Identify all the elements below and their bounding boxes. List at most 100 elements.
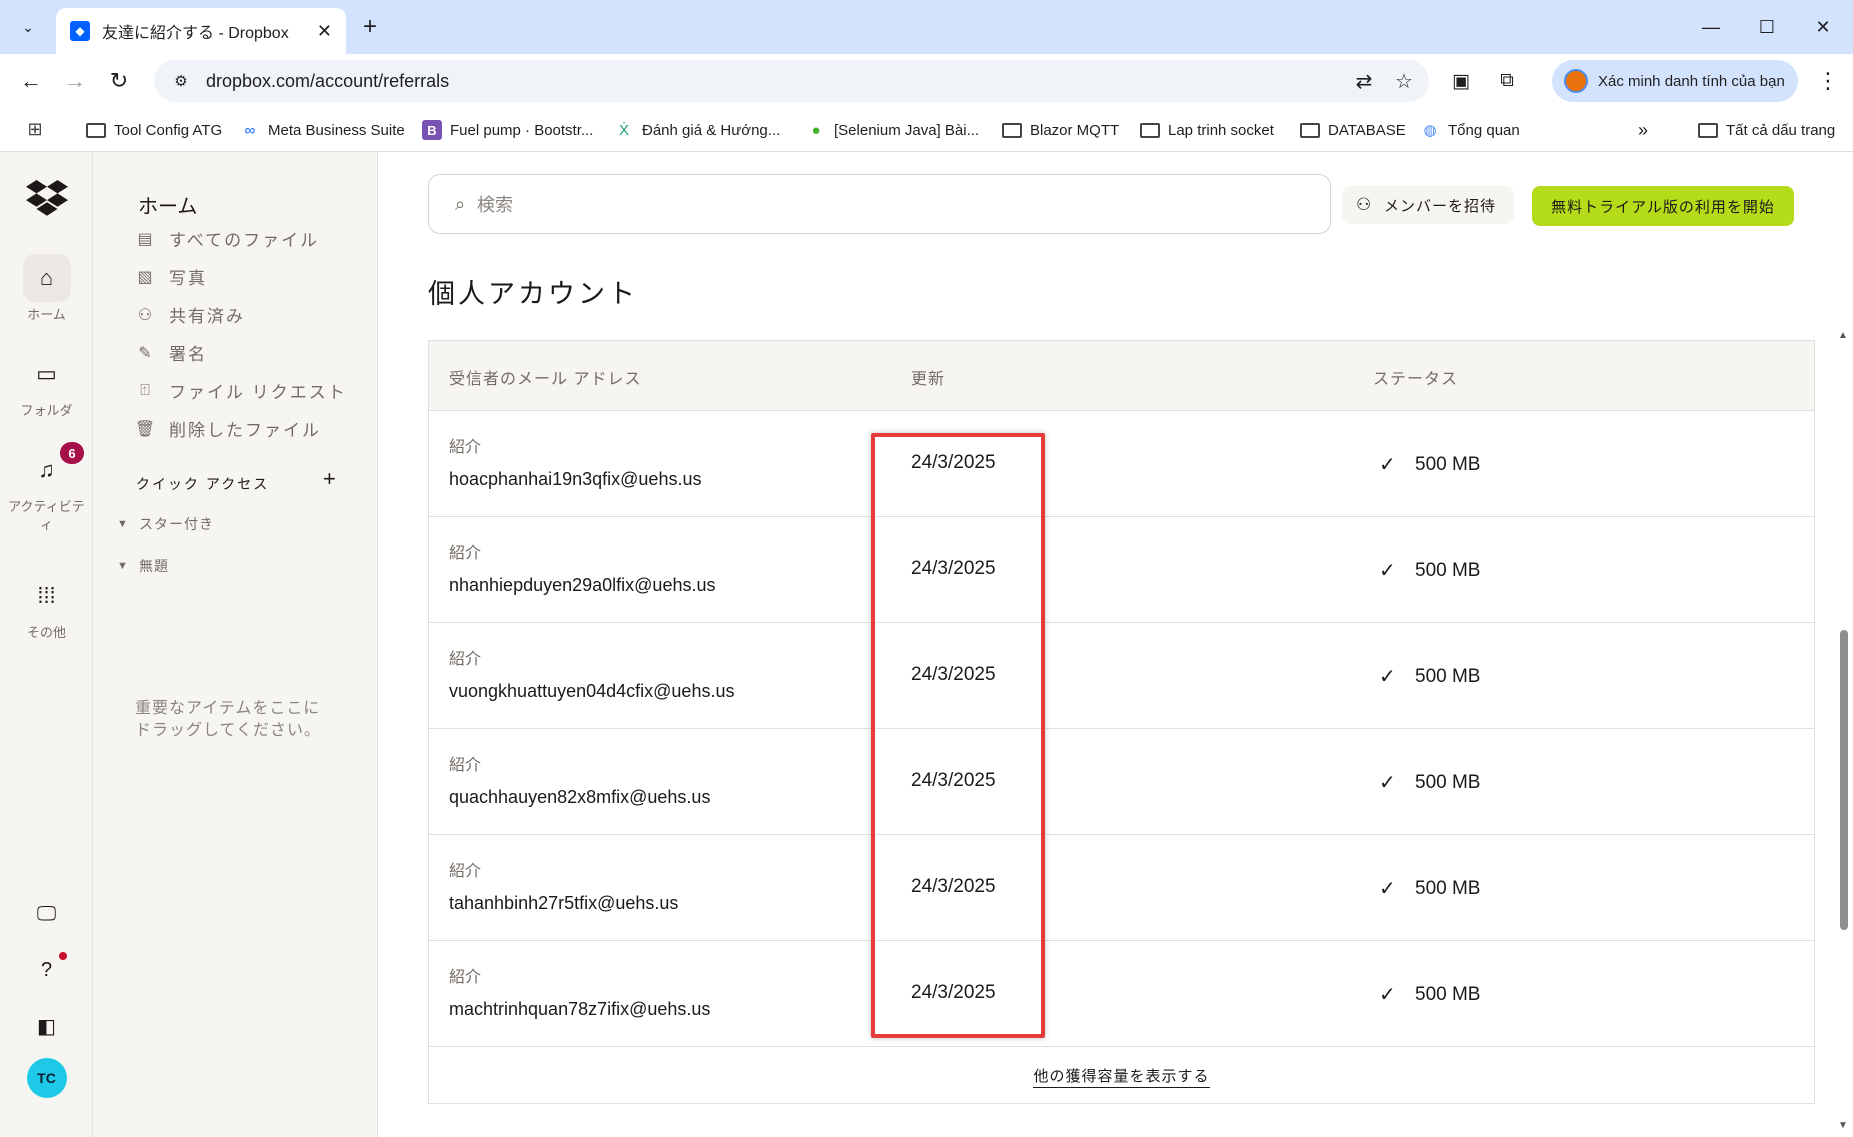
bookmark-item[interactable]: ● [Selenium Java] Bài...: [806, 118, 979, 142]
main-content: ⌕ 検索 ⚇ メンバーを招待 無料トライアル版の利用を開始 個人アカウント 受信…: [378, 152, 1853, 1137]
sidebar-title[interactable]: ホーム: [138, 190, 197, 219]
row-date: 24/3/2025: [911, 982, 996, 1003]
maximize-icon[interactable]: ☐: [1752, 12, 1782, 42]
show-more-link[interactable]: 他の獲得容量を表示する: [429, 1065, 1814, 1088]
profile-label: Xác minh danh tính của bạn: [1598, 72, 1785, 90]
site-info-icon[interactable]: ⚙: [170, 70, 192, 92]
bootstrap-icon: B: [422, 120, 442, 140]
user-avatar[interactable]: TC: [26, 1058, 67, 1098]
row-date: 24/3/2025: [911, 558, 996, 579]
trash-icon: 🗑: [134, 420, 156, 438]
bookmark-item[interactable]: B Fuel pump · Bootstr...: [422, 118, 593, 142]
rail-folders-label: フォルダ: [20, 403, 73, 418]
bookmark-item[interactable]: ∞ Meta Business Suite: [240, 118, 405, 142]
folder-icon: ▭: [36, 361, 57, 386]
browser-menu-icon[interactable]: ⋮: [1813, 66, 1843, 96]
sidebar-item-file-requests[interactable]: ⍐ ファイル リクエスト: [135, 378, 347, 403]
row-status-value: 500 MB: [1415, 771, 1481, 793]
reload-icon[interactable]: ↻: [104, 66, 134, 96]
sidebar-item-shared[interactable]: ⚇ 共有済み: [135, 302, 245, 327]
table-row: 紹介 vuongkhuattuyen04d4cfix@uehs.us 24/3/…: [429, 623, 1814, 729]
more-bookmarks-chevron-icon[interactable]: »: [1638, 118, 1648, 142]
desktop-app-icon[interactable]: 🖵: [31, 898, 63, 930]
folder-icon: [86, 122, 106, 138]
starred-group[interactable]: ▼ スター付き: [117, 514, 214, 534]
row-status-value: 500 MB: [1415, 559, 1481, 581]
scroll-down-icon[interactable]: ▼: [1838, 1120, 1848, 1131]
browser-tab-active[interactable]: ◆ 友達に紹介する - Dropbox ✕: [56, 8, 346, 54]
scroll-thumb[interactable]: [1840, 630, 1848, 930]
apps-grid-icon[interactable]: ⊞: [24, 118, 46, 140]
tab-close-icon[interactable]: ✕: [317, 21, 332, 42]
globe-icon: ◍: [1423, 122, 1437, 139]
bookmark-item[interactable]: Blazor MQTT: [1002, 118, 1119, 142]
toggle-sidebar-icon[interactable]: ◧: [31, 1010, 63, 1042]
help-icon[interactable]: ?: [31, 952, 67, 986]
dropbox-logo-icon[interactable]: [26, 180, 68, 216]
rail-activity[interactable]: ♫ 6 アクティビティ: [0, 442, 93, 534]
row-date: 24/3/2025: [911, 876, 996, 897]
row-date: 24/3/2025: [911, 770, 996, 791]
bookmark-item[interactable]: Tool Config ATG: [86, 118, 222, 142]
bookmark-label: DATABASE: [1328, 121, 1406, 139]
column-header-status[interactable]: ステータス: [1373, 365, 1458, 389]
extension-translate-icon[interactable]: ▣: [1446, 66, 1476, 96]
sidebar-item-deleted[interactable]: 🗑 削除したファイル: [135, 416, 321, 441]
new-tab-button[interactable]: +: [355, 12, 385, 42]
bookmark-item[interactable]: ◍ Tổng quan: [1420, 118, 1520, 142]
rail-more[interactable]: ⁞⁞⁞ その他: [0, 572, 93, 642]
page-scrollbar[interactable]: ▲ ▼: [1835, 330, 1853, 1137]
bookmark-item[interactable]: Ẋ Đánh giá & Hướng...: [614, 118, 780, 142]
add-quick-access-icon[interactable]: +: [323, 466, 336, 492]
home-icon: ⌂: [22, 254, 71, 302]
table-row: 紹介 nhanhiepduyen29a0lfix@uehs.us 24/3/20…: [429, 517, 1814, 623]
row-email: quachhauyen82x8mfix@uehs.us: [449, 787, 711, 807]
bookmark-star-icon[interactable]: ☆: [1389, 66, 1419, 96]
profile-verify-button[interactable]: Xác minh danh tính của bạn: [1552, 60, 1798, 102]
bookmark-item[interactable]: DATABASE: [1300, 118, 1406, 142]
row-kind: 紹介: [449, 969, 482, 986]
bookmark-item[interactable]: Lap trinh socket: [1140, 118, 1274, 142]
bookmark-label: Blazor MQTT: [1030, 121, 1120, 139]
minimize-icon[interactable]: —: [1696, 12, 1726, 42]
page-title: 個人アカウント: [428, 279, 638, 309]
rail-home[interactable]: ⌂ ホーム: [0, 254, 93, 324]
show-more-label[interactable]: 他の獲得容量を表示する: [1033, 1068, 1210, 1088]
all-bookmarks-folder[interactable]: Tất cả dấu trang: [1698, 118, 1835, 142]
search-input[interactable]: ⌕ 検索: [428, 174, 1331, 234]
bookmarks-bar: ⊞ Tool Config ATG ∞ Meta Business Suite …: [0, 106, 1853, 152]
rail-folders[interactable]: ▭ フォルダ: [0, 350, 93, 420]
url-text[interactable]: dropbox.com/account/referrals: [206, 71, 1349, 92]
notification-dot: [58, 952, 67, 960]
translate-icon[interactable]: ⇄: [1349, 66, 1379, 96]
bookmark-label: Tổng quan: [1448, 121, 1520, 139]
row-email: nhanhiepduyen29a0lfix@uehs.us: [449, 575, 716, 595]
tab-search-button[interactable]: ⌄: [10, 9, 46, 45]
table-row: 紹介 quachhauyen82x8mfix@uehs.us 24/3/2025…: [429, 729, 1814, 835]
extensions-puzzle-icon[interactable]: ⧉: [1492, 66, 1522, 96]
search-icon: ⌕: [454, 193, 466, 214]
table-row: 紹介 machtrinhquan78z7ifix@uehs.us 24/3/20…: [429, 941, 1814, 1047]
column-header-updated[interactable]: 更新: [911, 365, 945, 389]
file-request-icon: ⍐: [140, 381, 150, 399]
close-window-icon[interactable]: ✕: [1808, 12, 1838, 42]
forward-icon[interactable]: →: [60, 66, 90, 96]
table-row: 紹介 tahanhbinh27r5tfix@uehs.us 24/3/2025 …: [429, 835, 1814, 941]
start-trial-button[interactable]: 無料トライアル版の利用を開始: [1532, 186, 1794, 226]
untitled-group[interactable]: ▼ 無題: [117, 556, 169, 576]
column-header-email[interactable]: 受信者のメール アドレス: [449, 365, 641, 389]
dropbox-favicon-icon: ◆: [70, 21, 90, 41]
sidebar-item-all-files[interactable]: ▤ すべてのファイル: [135, 226, 319, 251]
invite-members-button[interactable]: ⚇ メンバーを招待: [1342, 186, 1514, 224]
folder-icon: [1300, 122, 1320, 138]
invite-label: メンバーを招待: [1384, 197, 1497, 215]
bookmark-label: [Selenium Java] Bài...: [834, 121, 980, 139]
rail-activity-label: アクティビティ: [8, 499, 85, 532]
sidebar-item-signatures[interactable]: ✎ 署名: [135, 340, 207, 365]
row-email: machtrinhquan78z7ifix@uehs.us: [449, 999, 711, 1019]
back-icon[interactable]: ←: [16, 66, 46, 96]
row-date: 24/3/2025: [911, 452, 996, 473]
address-bar[interactable]: ⚙ dropbox.com/account/referrals ⇄ ☆: [154, 60, 1429, 102]
scroll-up-icon[interactable]: ▲: [1838, 330, 1848, 341]
sidebar-item-photos[interactable]: ▧ 写真: [135, 264, 207, 289]
